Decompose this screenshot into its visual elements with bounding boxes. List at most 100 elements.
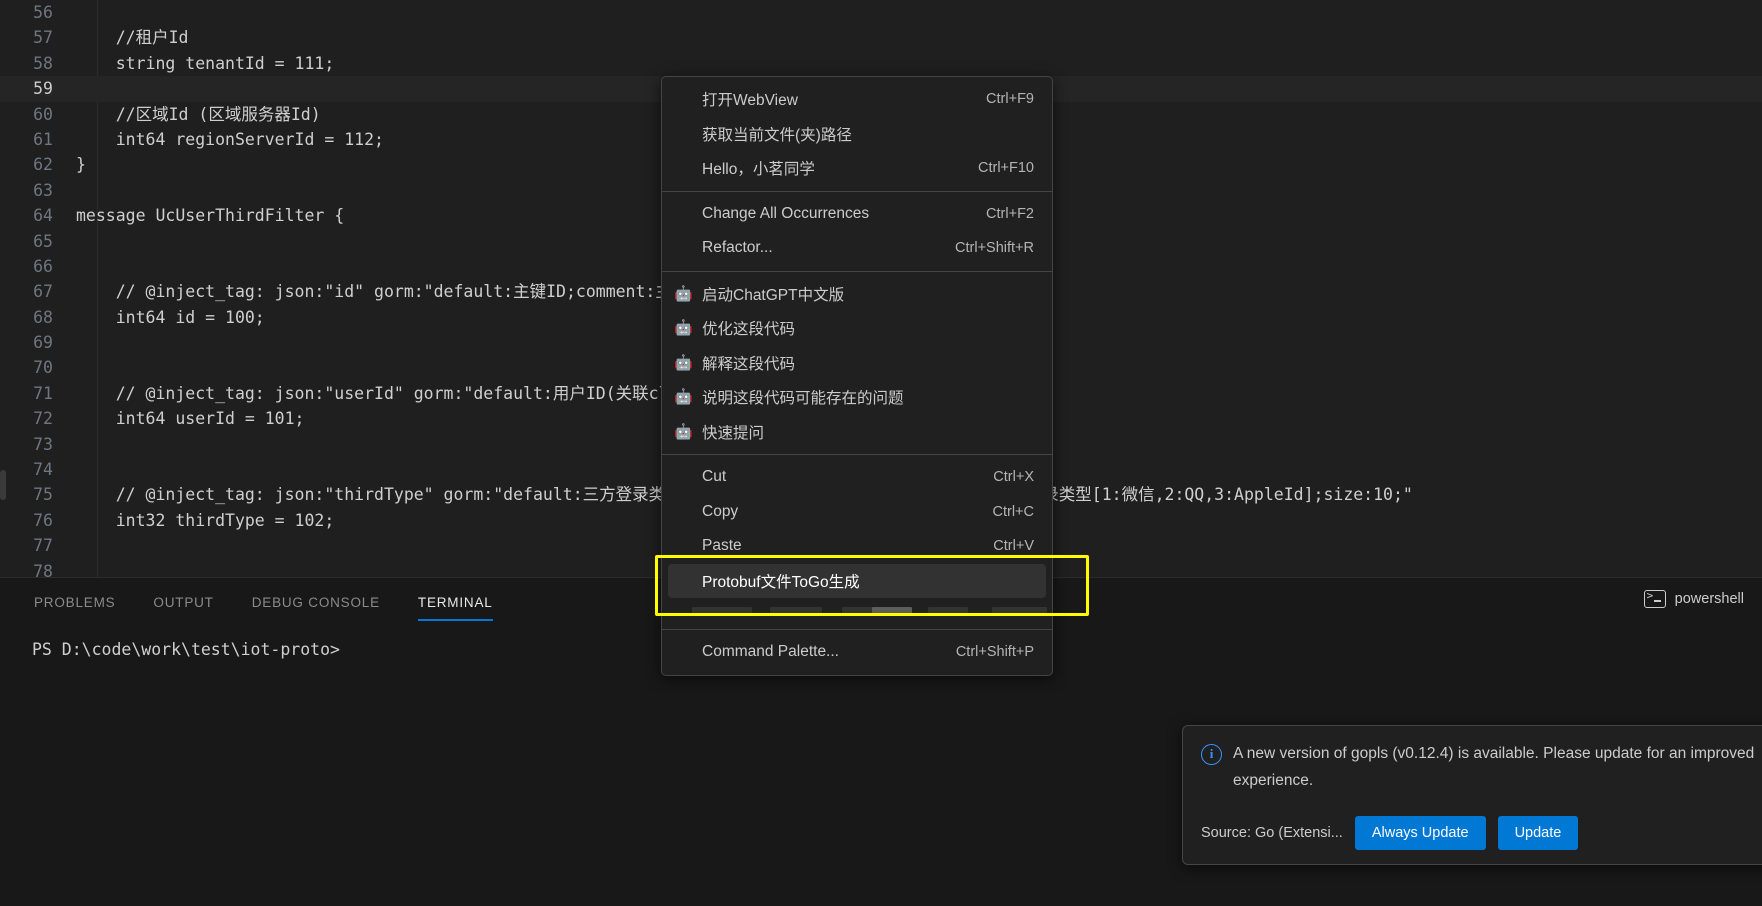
line-content bbox=[75, 457, 76, 482]
line-number: 65 bbox=[33, 231, 53, 251]
menu-item-label: Paste bbox=[702, 537, 742, 555]
line-number: 70 bbox=[33, 358, 53, 378]
line-content bbox=[75, 76, 76, 101]
line-content: int64 userId = 101; bbox=[76, 409, 305, 429]
line-number: 59 bbox=[33, 79, 53, 99]
highlight-wrapper: Protobuf文件ToGo生成 bbox=[655, 554, 1089, 616]
panel-tab-debug-console[interactable]: DEBUG CONSOLE bbox=[252, 583, 380, 621]
robot-icon: 🤖 bbox=[674, 388, 693, 406]
line-content: } bbox=[76, 155, 86, 175]
menu-item-label: 获取当前文件(夹)路径 bbox=[702, 126, 852, 144]
scrollbar-track-segment bbox=[928, 607, 968, 616]
always-update-button[interactable]: Always Update bbox=[1354, 816, 1486, 850]
notification-actions: Source: Go (Extensi... Always Update Upd… bbox=[1201, 816, 1762, 850]
menu-horizontal-scrollbar[interactable] bbox=[668, 598, 1047, 624]
menu-separator bbox=[662, 270, 1052, 272]
line-number: 76 bbox=[33, 510, 53, 530]
menu-item-label: 优化这段代码 bbox=[702, 321, 796, 339]
menu-item-label: 打开WebView bbox=[702, 92, 798, 110]
menu-item-shortcut: Ctrl+X bbox=[993, 469, 1034, 486]
menu-item-label: Command Palette... bbox=[702, 643, 839, 661]
line-number: 63 bbox=[33, 180, 53, 200]
scrollbar-track bbox=[692, 607, 1047, 616]
line-number: 56 bbox=[33, 3, 53, 22]
menu-item-打开WebView[interactable]: 打开WebView Ctrl+F9 bbox=[662, 82, 1052, 117]
panel-tab-terminal[interactable]: TERMINAL bbox=[417, 583, 493, 621]
info-icon: i bbox=[1201, 744, 1222, 765]
notification-toast[interactable]: i A new version of gopls (v0.12.4) is av… bbox=[1182, 725, 1762, 865]
menu-separator bbox=[662, 454, 1052, 455]
terminal-name: powershell bbox=[1674, 591, 1744, 607]
line-number: 71 bbox=[33, 383, 53, 403]
line-content bbox=[75, 229, 76, 254]
menu-item-label: Change All Occurrences bbox=[702, 204, 870, 222]
menu-item-shortcut: Ctrl+F10 bbox=[977, 160, 1034, 177]
menu-item-Refactor...[interactable]: Refactor... Ctrl+Shift+R bbox=[662, 231, 1052, 266]
menu-item-Hello，小茗同学[interactable]: Hello，小茗同学 Ctrl+F10 bbox=[662, 151, 1052, 186]
line-content bbox=[75, 254, 76, 279]
menu-item-label: Copy bbox=[702, 502, 739, 520]
menu-item-Paste[interactable]: Paste Ctrl+V bbox=[662, 529, 1052, 564]
scrollbar-track-segment bbox=[770, 607, 822, 616]
menu-item-Copy[interactable]: Copy Ctrl+C bbox=[662, 495, 1052, 530]
menu-item-shortcut: Ctrl+F9 bbox=[986, 91, 1034, 108]
menu-item-shortcut: Ctrl+V bbox=[993, 538, 1034, 555]
menu-item-优化这段代码[interactable]: 🤖 优化这段代码 bbox=[662, 311, 1052, 346]
scrollbar-thumb[interactable] bbox=[872, 607, 912, 616]
line-number: 75 bbox=[33, 485, 53, 505]
panel-tab-output[interactable]: OUTPUT bbox=[153, 583, 213, 621]
menu-item-获取当前文件(夹)路径[interactable]: 获取当前文件(夹)路径 bbox=[662, 117, 1052, 152]
menu-item-Command Palette...[interactable]: Command Palette... Ctrl+Shift+P bbox=[662, 635, 1052, 670]
line-content bbox=[75, 432, 76, 457]
line-content: int32 thirdType = 102; bbox=[76, 510, 335, 530]
code-line: 57 //租户Id bbox=[0, 25, 1762, 50]
line-number: 67 bbox=[33, 282, 53, 302]
notification-source: Source: Go (Extensi... bbox=[1201, 825, 1343, 841]
line-content bbox=[75, 533, 76, 558]
menu-item-label: 解释这段代码 bbox=[702, 355, 796, 373]
terminal-instance-label[interactable]: powershell bbox=[1643, 589, 1744, 608]
menu-item-快速提问[interactable]: 🤖 快速提问 bbox=[662, 415, 1052, 450]
powershell-icon bbox=[1643, 589, 1666, 608]
menu-item-启动ChatGPT中文版[interactable]: 🤖 启动ChatGPT中文版 bbox=[662, 277, 1052, 312]
line-content bbox=[75, 178, 76, 203]
menu-item-解释这段代码[interactable]: 🤖 解释这段代码 bbox=[662, 346, 1052, 381]
line-number: 74 bbox=[33, 460, 53, 480]
line-number: 77 bbox=[33, 536, 53, 556]
menu-item-说明这段代码可能存在的问题[interactable]: 🤖 说明这段代码可能存在的问题 bbox=[662, 380, 1052, 415]
line-number: 60 bbox=[33, 104, 53, 124]
menu-item-Cut[interactable]: Cut Ctrl+X bbox=[662, 460, 1052, 495]
line-number: 68 bbox=[33, 307, 53, 327]
robot-icon: 🤖 bbox=[674, 285, 693, 303]
editor-context-menu[interactable]: 打开WebView Ctrl+F9 获取当前文件(夹)路径 Hello，小茗同学 Ctr… bbox=[655, 76, 1089, 676]
line-number: 61 bbox=[33, 129, 53, 149]
menu-separator bbox=[662, 190, 1052, 192]
code-line: 56 bbox=[0, 0, 1762, 25]
line-content: int64 id = 100; bbox=[76, 307, 265, 327]
menu-item-label: Protobuf文件ToGo生成 bbox=[702, 573, 860, 591]
menu-item-label: 启动ChatGPT中文版 bbox=[702, 286, 845, 304]
code-line: 58 string tenantId = 111; bbox=[0, 51, 1762, 76]
line-content: message UcUserThirdFilter { bbox=[76, 206, 345, 226]
line-number: 57 bbox=[33, 28, 53, 48]
menu-item-label: Cut bbox=[702, 468, 727, 486]
robot-icon: 🤖 bbox=[674, 319, 693, 337]
line-content bbox=[75, 0, 76, 25]
scrollbar-track-segment bbox=[692, 607, 752, 616]
menu-item-shortcut: Ctrl+F2 bbox=[986, 205, 1034, 222]
line-number: 64 bbox=[33, 206, 53, 226]
line-number: 62 bbox=[33, 155, 53, 175]
line-content bbox=[75, 330, 76, 355]
line-content: //区域Id (区域服务器Id) bbox=[76, 104, 321, 124]
scrollbar-track-segment bbox=[992, 607, 1047, 616]
robot-icon: 🤖 bbox=[674, 423, 693, 441]
panel-tab-problems[interactable]: PROBLEMS bbox=[34, 583, 115, 621]
robot-icon: 🤖 bbox=[674, 354, 693, 372]
menu-item-label: Hello，小茗同学 bbox=[702, 161, 815, 179]
notification-message: A new version of gopls (v0.12.4) is avai… bbox=[1233, 745, 1755, 789]
update-button[interactable]: Update bbox=[1497, 816, 1579, 850]
menu-item-shortcut: Ctrl+Shift+P bbox=[955, 644, 1034, 661]
menu-item-Change All Occurrences[interactable]: Change All Occurrences Ctrl+F2 bbox=[662, 197, 1052, 232]
menu-item-Protobuf文件ToGo生成[interactable]: Protobuf文件ToGo生成 bbox=[668, 563, 1046, 598]
line-number: 69 bbox=[33, 333, 53, 353]
